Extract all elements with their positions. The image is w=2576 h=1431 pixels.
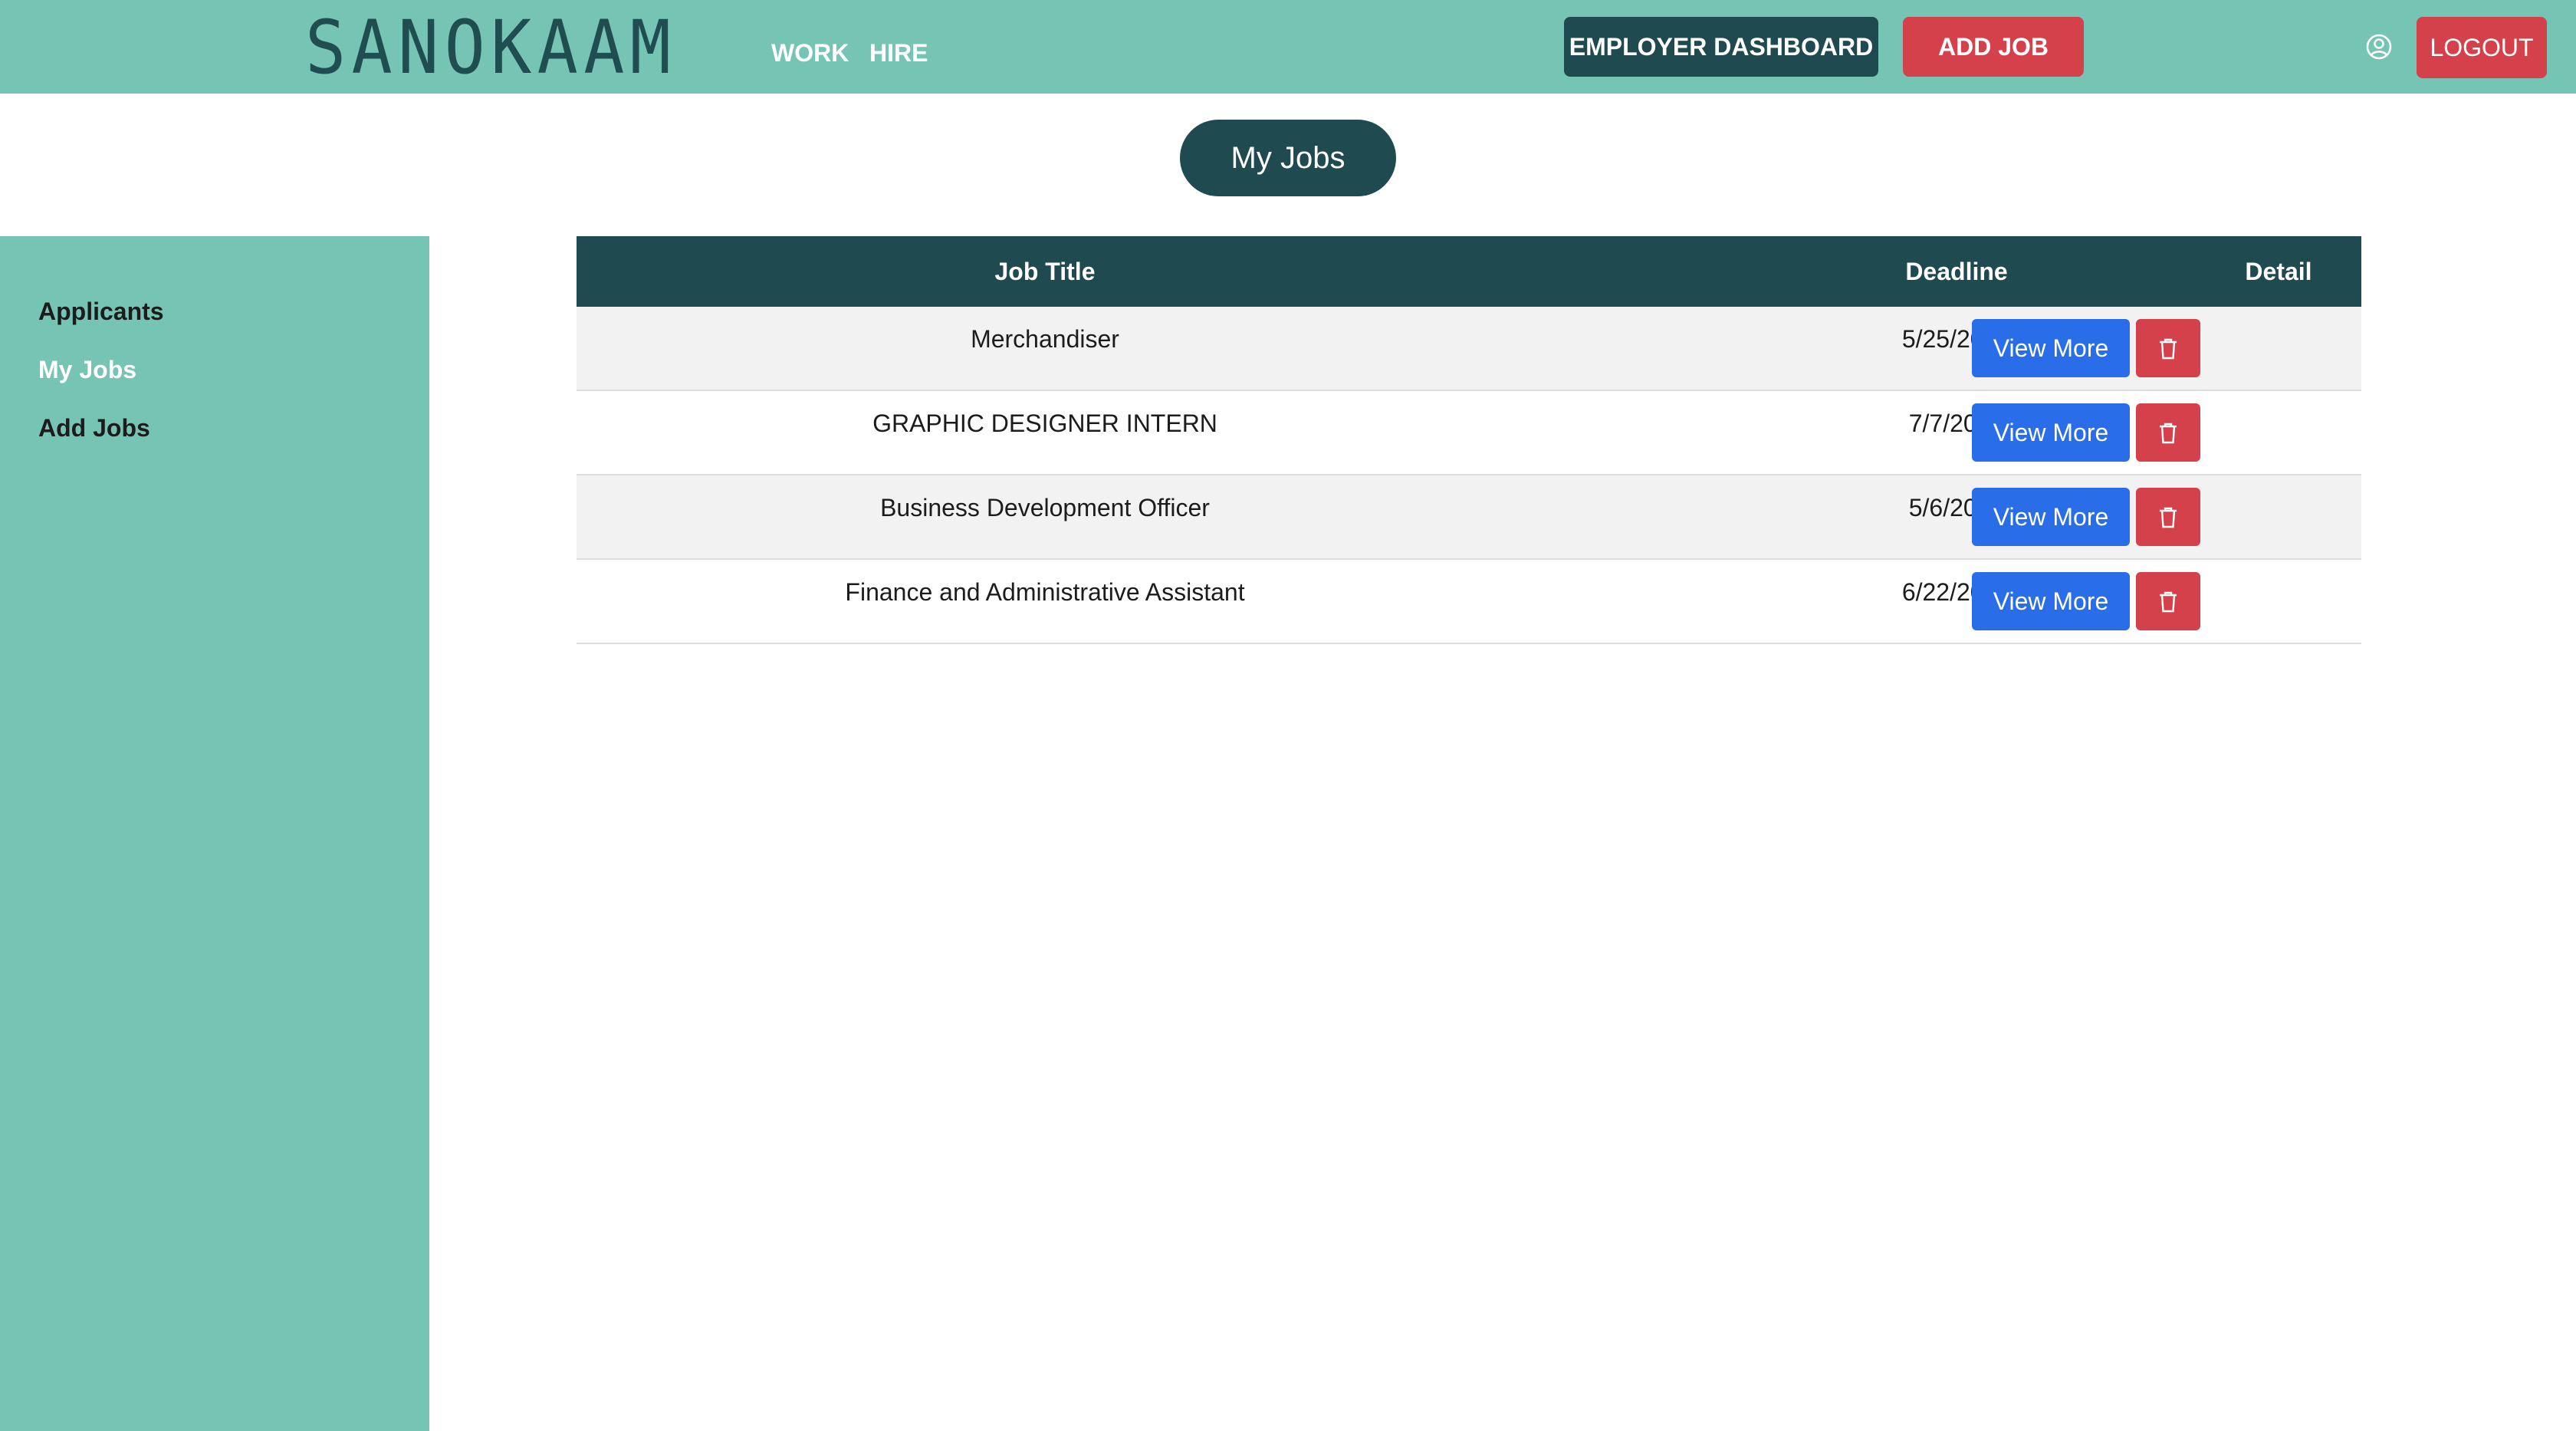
- top-navbar: SANOKAAM WORK HIRE EMPLOYER DASHBOARD AD…: [0, 0, 2576, 94]
- nav-link-work[interactable]: WORK: [771, 35, 849, 71]
- sidebar-item-add-jobs[interactable]: Add Jobs: [38, 411, 150, 445]
- sidebar-item-applicants[interactable]: Applicants: [38, 294, 164, 328]
- trash-icon: [2160, 423, 2177, 444]
- delete-button[interactable]: [2136, 403, 2200, 462]
- add-job-button[interactable]: ADD JOB: [1903, 17, 2084, 77]
- page-title: My Jobs: [1180, 120, 1396, 196]
- sidebar-item-my-jobs[interactable]: My Jobs: [38, 353, 136, 387]
- table-row: GRAPHIC DESIGNER INTERN 7/7/2023 View Mo…: [577, 391, 2361, 475]
- table-header: Job Title Deadline Detail: [577, 236, 2361, 307]
- delete-button[interactable]: [2136, 319, 2200, 377]
- table-row: Merchandiser 5/25/2023 View More: [577, 307, 2361, 391]
- delete-button[interactable]: [2136, 488, 2200, 546]
- logo[interactable]: SANOKAAM: [305, 9, 676, 86]
- header-detail: Detail: [2245, 258, 2312, 285]
- job-title-cell: Merchandiser: [971, 325, 1119, 353]
- table-row: Finance and Administrative Assistant 6/2…: [577, 560, 2361, 644]
- trash-icon: [2160, 591, 2177, 613]
- jobs-table: Job Title Deadline Detail Merchandiser 5…: [577, 236, 2361, 644]
- trash-icon: [2160, 338, 2177, 360]
- view-more-button[interactable]: View More: [1972, 403, 2130, 462]
- job-title-cell: Business Development Officer: [880, 494, 1210, 521]
- user-circle-icon[interactable]: [2366, 34, 2392, 60]
- table-row: Business Development Officer 5/6/2023 Vi…: [577, 475, 2361, 560]
- nav-link-hire[interactable]: HIRE: [869, 35, 928, 71]
- logout-button[interactable]: LOGOUT: [2417, 17, 2547, 78]
- job-title-cell: Finance and Administrative Assistant: [845, 578, 1245, 606]
- view-more-button[interactable]: View More: [1972, 488, 2130, 546]
- view-more-button[interactable]: View More: [1972, 572, 2130, 630]
- trash-icon: [2160, 507, 2177, 528]
- header-deadline: Deadline: [1905, 258, 2008, 285]
- header-job-title: Job Title: [994, 258, 1096, 285]
- job-title-cell: GRAPHIC DESIGNER INTERN: [872, 410, 1217, 437]
- view-more-button[interactable]: View More: [1972, 319, 2130, 377]
- sidebar: Applicants My Jobs Add Jobs: [0, 236, 429, 1431]
- delete-button[interactable]: [2136, 572, 2200, 630]
- employer-dashboard-button[interactable]: EMPLOYER DASHBOARD: [1564, 17, 1878, 77]
